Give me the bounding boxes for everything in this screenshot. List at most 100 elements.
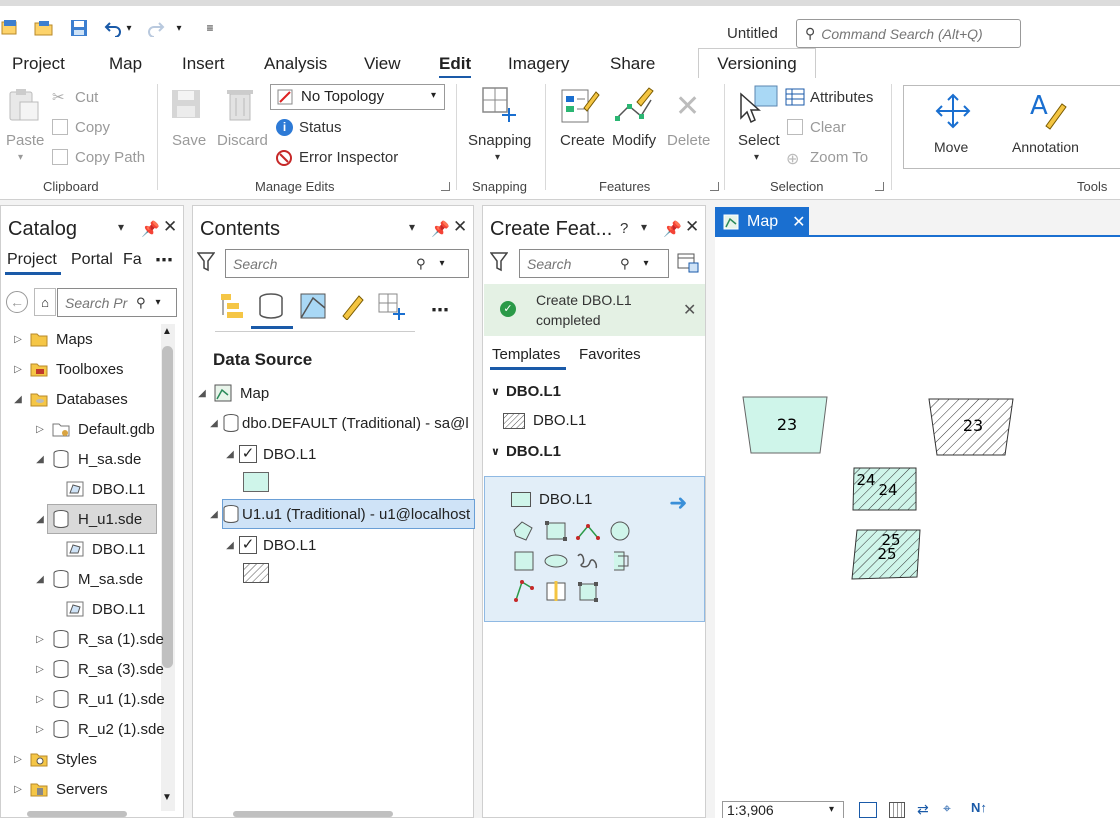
chevron-down-icon[interactable]: ∨: [491, 445, 500, 458]
template-item[interactable]: DBO.L1: [503, 412, 586, 429]
snapping-dropdown-icon[interactable]: ▾: [495, 152, 500, 163]
rectangle-tool-icon[interactable]: [544, 520, 568, 547]
catalog-item-servers[interactable]: ▷ Servers: [11, 774, 108, 804]
close-icon[interactable]: ✕: [685, 217, 699, 237]
save-project-icon[interactable]: [69, 18, 89, 38]
contents-db-u1[interactable]: ◢ U1.u1 (Traditional) - u1@localhost: [207, 499, 470, 529]
collapse-icon[interactable]: ◢: [11, 394, 25, 405]
collapse-icon[interactable]: ◢: [207, 509, 221, 520]
back-icon[interactable]: ←: [6, 291, 28, 313]
catalog-item-databases[interactable]: ◢ Databases: [11, 384, 128, 414]
list-by-data-source-icon[interactable]: [257, 292, 285, 325]
catalog-item-h-sa-sde[interactable]: ◢ H_sa.sde: [33, 444, 141, 474]
catalog-item-styles[interactable]: ▷ Styles: [11, 744, 97, 774]
selection-launcher-icon[interactable]: [875, 182, 884, 191]
tab-analysis[interactable]: Analysis: [264, 54, 327, 74]
customize-toolbar-icon[interactable]: ≡: [200, 18, 220, 38]
collapse-icon[interactable]: ◢: [33, 514, 47, 525]
catalog-item-m-sa-sde[interactable]: ◢ M_sa.sde: [33, 564, 143, 594]
map-scale-select[interactable]: 1:3,906 ▾: [722, 801, 844, 818]
filter-icon[interactable]: [489, 252, 509, 277]
chevron-down-icon[interactable]: ▾: [409, 220, 415, 234]
chevron-down-icon[interactable]: ∨: [491, 385, 500, 398]
polygon-tool-icon[interactable]: [512, 520, 536, 547]
undo-icon[interactable]: [103, 18, 123, 38]
map-feature[interactable]: 23: [928, 398, 1014, 456]
catalog-item-default-gdb[interactable]: ▷ Default.gdb: [33, 414, 155, 444]
tab-insert[interactable]: Insert: [182, 54, 225, 74]
pin-icon[interactable]: 📌: [663, 220, 682, 238]
undo-dropdown-icon[interactable]: ▾: [123, 18, 135, 38]
template-item[interactable]: DBO.L1: [511, 491, 592, 508]
table-icon[interactable]: [889, 802, 905, 818]
chevron-down-icon[interactable]: ▾: [440, 258, 445, 269]
expand-icon[interactable]: ▷: [33, 664, 47, 675]
list-by-editing-icon[interactable]: [339, 292, 367, 325]
expand-icon[interactable]: ▷: [33, 694, 47, 705]
catalog-item-h-u1-sde[interactable]: ◢ H_u1.sde: [33, 504, 142, 534]
tab-imagery[interactable]: Imagery: [508, 54, 569, 74]
expand-icon[interactable]: ▷: [33, 424, 47, 435]
contents-map-node[interactable]: ◢ Map: [195, 378, 269, 408]
circle-tool-icon[interactable]: [608, 520, 632, 547]
expand-icon[interactable]: ▷: [33, 634, 47, 645]
create-features-search[interactable]: ⚲ ▾: [519, 249, 669, 278]
horizontal-scrollbar-thumb[interactable]: [27, 811, 127, 817]
error-inspector-button[interactable]: Error Inspector: [299, 149, 398, 166]
chevron-down-icon[interactable]: ▾: [156, 297, 161, 308]
layer-visibility-checkbox[interactable]: ✓: [239, 536, 257, 554]
tab-view[interactable]: View: [364, 54, 401, 74]
catalog-item-dbo-l1[interactable]: DBO.L1: [61, 474, 145, 504]
select-button[interactable]: Select: [738, 132, 780, 149]
north-arrow-icon[interactable]: N↑: [971, 800, 987, 815]
features-launcher-icon[interactable]: [710, 182, 719, 191]
catalog-tab-favorites[interactable]: Fa: [123, 251, 142, 269]
list-by-selection-icon[interactable]: [299, 292, 327, 325]
catalog-item-r-sa-3-sde[interactable]: ▷ R_sa (3).sde: [33, 654, 164, 684]
catalog-item-dbo-l1[interactable]: DBO.L1: [61, 534, 145, 564]
expand-icon[interactable]: ▷: [33, 724, 47, 735]
split-tool-icon[interactable]: [544, 580, 568, 607]
contents-layer-dbo-l1[interactable]: ◢ ✓ DBO.L1: [223, 530, 316, 560]
tab-versioning[interactable]: Versioning: [698, 48, 816, 78]
modify-button[interactable]: Modify: [612, 132, 656, 149]
more-icon[interactable]: ⋯: [431, 300, 449, 321]
grid-icon[interactable]: [859, 802, 877, 818]
home-icon[interactable]: ⌂: [34, 288, 56, 316]
triangle-tool-icon[interactable]: [576, 520, 600, 547]
contents-layer-dbo-l1[interactable]: ◢ ✓ DBO.L1: [223, 439, 316, 469]
ellipse-tool-icon[interactable]: [544, 550, 568, 577]
horizontal-scrollbar-thumb[interactable]: [233, 811, 393, 817]
snapping-toggle-icon[interactable]: ⌖: [943, 800, 951, 817]
list-by-drawing-order-icon[interactable]: [219, 292, 247, 325]
command-search[interactable]: ⚲: [796, 19, 1021, 48]
square-tool-icon[interactable]: [512, 550, 536, 577]
list-by-snapping-icon[interactable]: [377, 292, 407, 325]
tab-share[interactable]: Share: [610, 54, 655, 74]
layer-symbol-swatch[interactable]: [243, 472, 269, 492]
template-group-header[interactable]: ∨ DBO.L1: [491, 443, 561, 460]
autocomplete-polygon-icon[interactable]: [608, 550, 632, 577]
catalog-search-input[interactable]: [58, 294, 136, 311]
tab-project[interactable]: Project: [12, 54, 65, 74]
expand-icon[interactable]: ▷: [11, 754, 25, 765]
trace-tool-icon[interactable]: [512, 580, 536, 607]
catalog-tab-portal[interactable]: Portal: [71, 251, 113, 269]
collapse-icon[interactable]: ◢: [223, 449, 237, 460]
help-icon[interactable]: ?: [620, 220, 628, 237]
contents-search[interactable]: ⚲ ▾: [225, 249, 469, 278]
tab-map[interactable]: Map: [109, 54, 142, 74]
map-feature[interactable]: 23: [742, 396, 828, 454]
create-features-search-input[interactable]: [520, 255, 620, 272]
map-canvas[interactable]: 23 23 24 24 25 25: [715, 235, 1120, 800]
collapse-icon[interactable]: ◢: [207, 418, 221, 429]
selected-template-panel[interactable]: DBO.L1 ➜: [484, 476, 705, 622]
catalog-item-r-u1-1-sde[interactable]: ▷ R_u1 (1).sde: [33, 684, 165, 714]
freehand-tool-icon[interactable]: [576, 550, 600, 577]
filter-icon[interactable]: [196, 252, 216, 277]
manage-templates-icon[interactable]: [677, 253, 699, 278]
snapping-button[interactable]: Snapping: [468, 132, 531, 149]
catalog-tab-project[interactable]: Project: [7, 251, 57, 269]
layer-visibility-checkbox[interactable]: ✓: [239, 445, 257, 463]
close-icon[interactable]: ✕: [163, 217, 177, 237]
